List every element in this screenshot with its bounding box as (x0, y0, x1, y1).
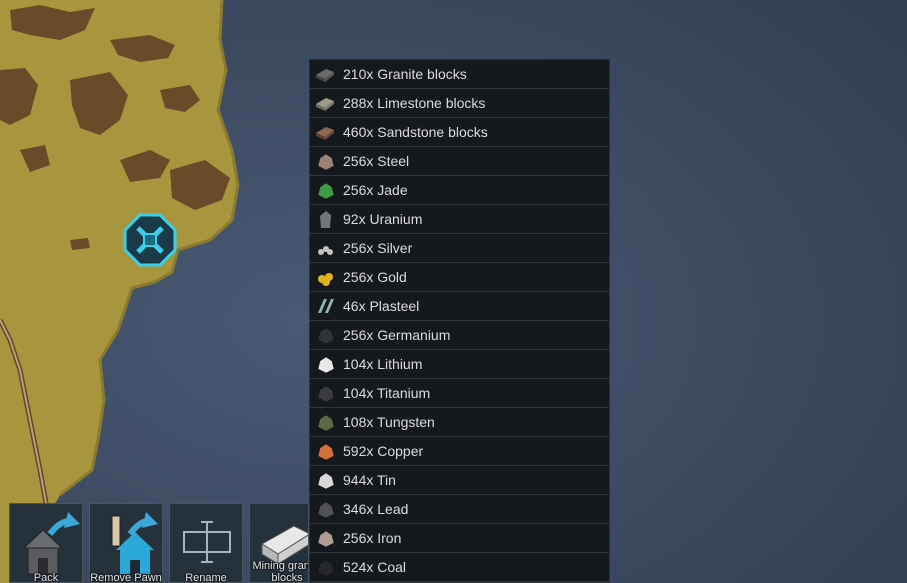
menu-item-label: 108x Tungsten (343, 414, 435, 430)
menu-item-label: 524x Coal (343, 559, 407, 575)
menu-item-label: 256x Gold (343, 269, 407, 285)
menu-item-label: 346x Lead (343, 501, 409, 517)
menu-item-label: 460x Sandstone blocks (343, 124, 488, 140)
menu-item-label: 256x Germanium (343, 327, 451, 343)
menu-item-label: 288x Limestone blocks (343, 95, 486, 111)
menu-item-label: 256x Iron (343, 530, 402, 546)
menu-item-label: 592x Copper (343, 443, 424, 459)
menu-item-label: 256x Jade (343, 182, 408, 198)
menu-item[interactable]: 460x Sandstone blocks (310, 118, 609, 147)
menu-item-label: 256x Silver (343, 240, 413, 256)
germanium-icon (314, 324, 336, 346)
menu-item[interactable]: 104x Lithium (310, 350, 609, 379)
menu-item-label: 104x Lithium (343, 356, 423, 372)
limestone-blocks-icon (314, 92, 336, 114)
menu-item[interactable]: 108x Tungsten (310, 408, 609, 437)
remove-pawn-label: Remove Pawn (90, 572, 162, 583)
rename-button[interactable]: Rename (169, 503, 243, 583)
menu-item[interactable]: 256x Jade (310, 176, 609, 205)
coal-icon (314, 556, 336, 578)
caravan-marker-icon (123, 213, 177, 267)
pack-button[interactable]: Pack (9, 503, 83, 583)
menu-item-label: 944x Tin (343, 472, 396, 488)
tungsten-icon (314, 411, 336, 433)
plasteel-icon (314, 295, 336, 317)
remove-pawn-button[interactable]: Remove Pawn (89, 503, 163, 583)
menu-item[interactable]: 288x Limestone blocks (310, 89, 609, 118)
titanium-icon (314, 382, 336, 404)
menu-item[interactable]: 256x Gold (310, 263, 609, 292)
menu-item[interactable]: 256x Silver (310, 234, 609, 263)
copper-icon (314, 440, 336, 462)
menu-item-label: 256x Steel (343, 153, 410, 169)
rename-label: Rename (185, 572, 227, 583)
menu-item[interactable]: 92x Uranium (310, 205, 609, 234)
lithium-icon (314, 353, 336, 375)
menu-item[interactable]: 346x Lead (310, 495, 609, 524)
menu-item[interactable]: 104x Titanium (310, 379, 609, 408)
steel-icon (314, 150, 336, 172)
tin-icon (314, 469, 336, 491)
menu-item-label: 104x Titanium (343, 385, 431, 401)
menu-item[interactable]: 944x Tin (310, 466, 609, 495)
sandstone-blocks-icon (314, 121, 336, 143)
uranium-icon (314, 208, 336, 230)
lead-icon (314, 498, 336, 520)
menu-item[interactable]: 256x Iron (310, 524, 609, 553)
menu-item-label: 46x Plasteel (343, 298, 420, 314)
mining-label: Mining granite blocks (252, 560, 308, 583)
gold-icon (314, 266, 336, 288)
menu-item-label: 92x Uranium (343, 211, 423, 227)
pack-label: Pack (33, 572, 59, 583)
iron-icon (314, 527, 336, 549)
jade-icon (314, 179, 336, 201)
menu-item[interactable]: 210x Granite blocks (310, 60, 609, 89)
menu-item[interactable]: 256x Steel (310, 147, 609, 176)
menu-item-label: 210x Granite blocks (343, 66, 467, 82)
menu-item[interactable]: 46x Plasteel (310, 292, 609, 321)
silver-icon (314, 237, 336, 259)
menu-item[interactable]: 524x Coal (310, 553, 609, 582)
mining-button[interactable]: Mining granite blocks (249, 503, 309, 583)
menu-item[interactable]: 592x Copper (310, 437, 609, 466)
resource-context-menu: 210x Granite blocks 288x Limestone blocks… (309, 59, 610, 583)
menu-item[interactable]: 256x Germanium (310, 321, 609, 350)
granite-blocks-icon (314, 63, 336, 85)
